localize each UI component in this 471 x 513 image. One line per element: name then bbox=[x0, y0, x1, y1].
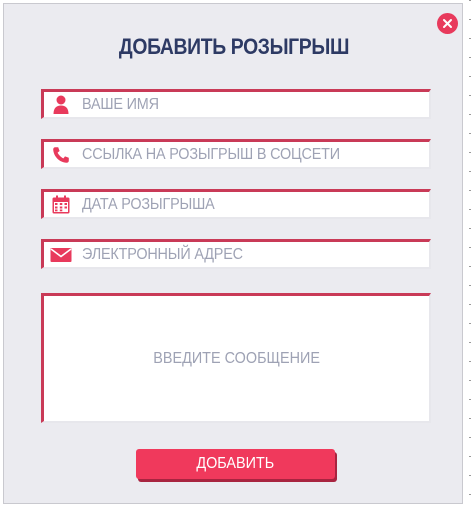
email-placeholder: ЭЛЕКТРОННЫЙ АДРЕС bbox=[82, 245, 243, 263]
page-edge-dots bbox=[466, 0, 471, 513]
date-field[interactable]: ДАТА РОЗЫГРЫША bbox=[41, 189, 431, 219]
close-icon bbox=[443, 19, 452, 28]
date-placeholder: ДАТА РОЗЫГРЫША bbox=[82, 195, 215, 213]
link-placeholder: ССЫЛКА НА РОЗЫГРЫШ В СОЦСЕТИ bbox=[82, 145, 340, 163]
add-button-label: ДОБАВИТЬ bbox=[196, 455, 275, 472]
phone-icon bbox=[49, 143, 73, 167]
email-field[interactable]: ЭЛЕКТРОННЫЙ АДРЕС bbox=[41, 239, 431, 269]
close-button[interactable] bbox=[437, 13, 458, 34]
user-icon bbox=[49, 93, 73, 117]
message-textarea[interactable]: ВВЕДИТЕ СООБЩЕНИЕ bbox=[41, 293, 431, 423]
name-placeholder: ВАШЕ ИМЯ bbox=[82, 95, 159, 113]
mail-icon bbox=[49, 243, 73, 267]
add-button[interactable]: ДОБАВИТЬ bbox=[136, 449, 335, 479]
name-field[interactable]: ВАШЕ ИМЯ bbox=[41, 89, 431, 119]
calendar-icon bbox=[49, 193, 73, 217]
add-giveaway-modal: ДОБАВИТЬ РОЗЫГРЫШ ВАШЕ ИМЯ ССЫЛКА НА РОЗ… bbox=[3, 3, 463, 504]
message-placeholder: ВВЕДИТЕ СООБЩЕНИЕ bbox=[153, 349, 320, 367]
link-field[interactable]: ССЫЛКА НА РОЗЫГРЫШ В СОЦСЕТИ bbox=[41, 139, 431, 169]
modal-title: ДОБАВИТЬ РОЗЫГРЫШ bbox=[118, 34, 350, 59]
